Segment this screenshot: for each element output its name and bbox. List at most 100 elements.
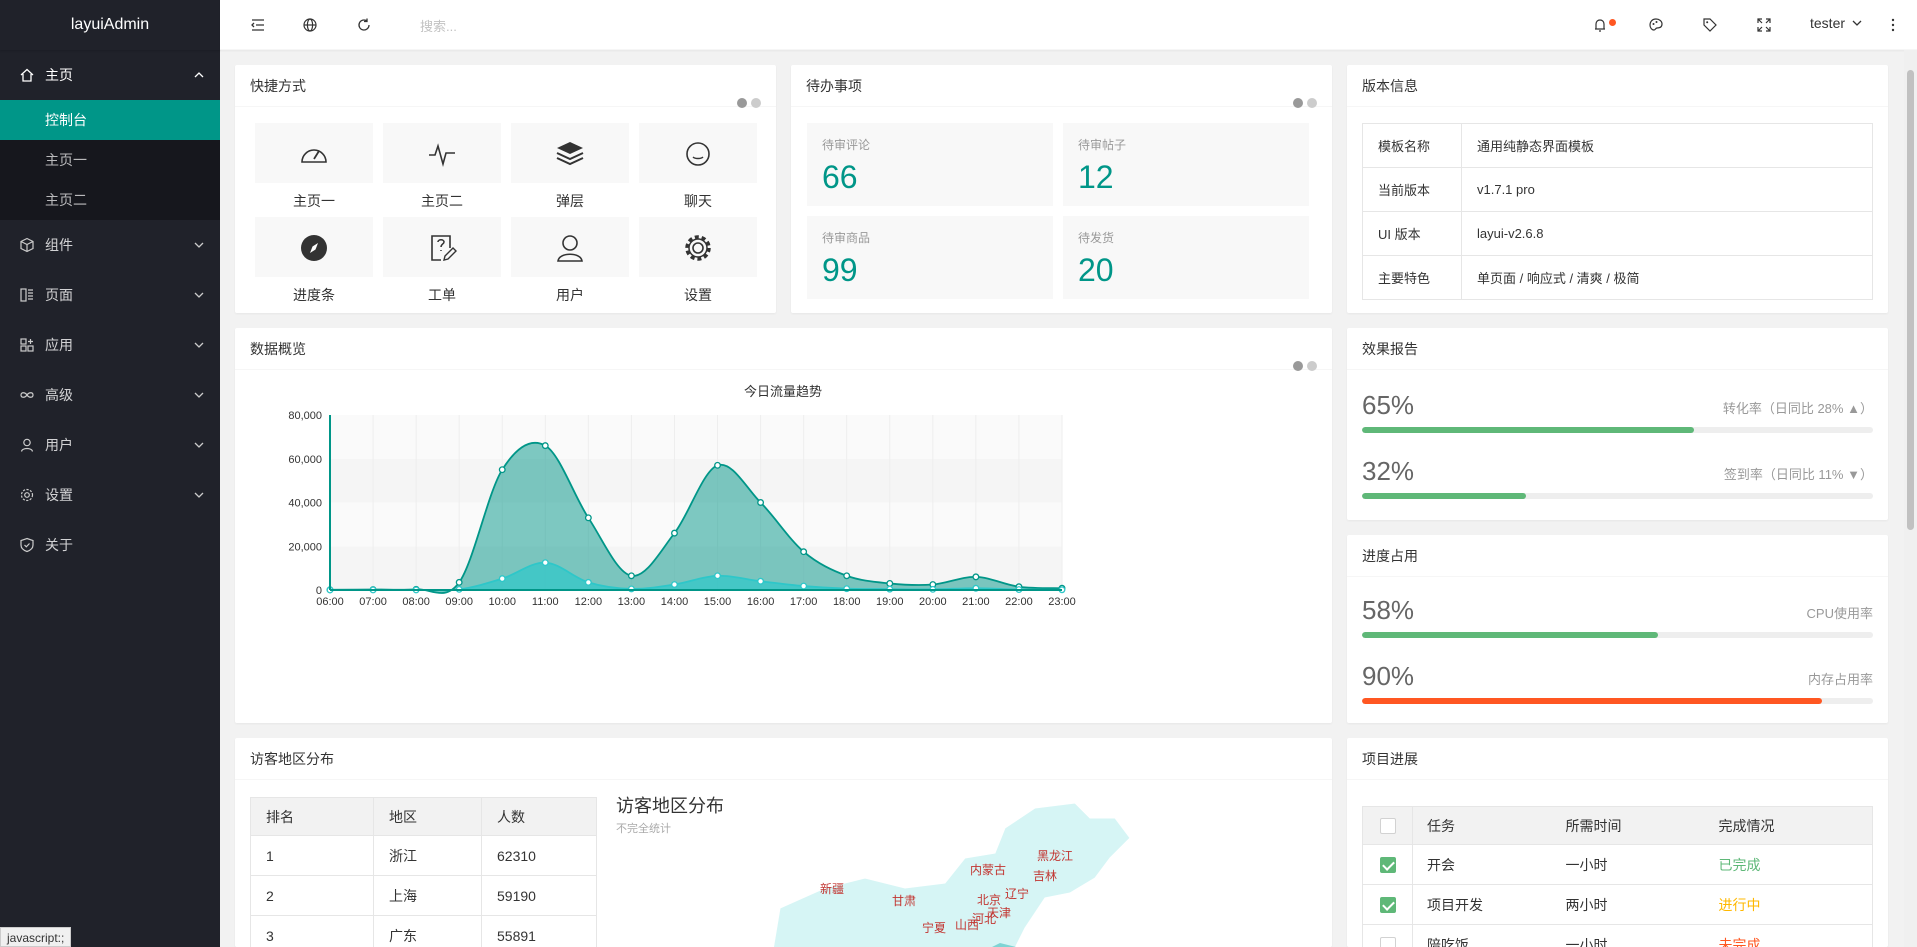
pager-dot[interactable] — [1307, 361, 1317, 371]
more-icon[interactable] — [1885, 17, 1901, 33]
data-point — [671, 529, 678, 537]
table-row[interactable]: 1 浙江 62310 — [250, 835, 597, 876]
pager-dot[interactable] — [1293, 361, 1303, 371]
todo-item[interactable]: 待审帖子 12 — [1063, 123, 1309, 206]
user-icon — [557, 235, 583, 262]
todo-value: 66 — [822, 159, 858, 195]
shortcut-item[interactable]: 主页一 — [255, 123, 373, 211]
row-checkbox[interactable] — [1379, 897, 1396, 914]
progress-track — [1362, 493, 1873, 499]
shortcut-item[interactable]: 聊天 — [639, 123, 757, 211]
map-label: 辽宁 — [1005, 886, 1029, 901]
nav-user[interactable]: 用户 — [0, 420, 220, 470]
page-scrollbar[interactable] — [1904, 50, 1917, 947]
menu-collapse-icon[interactable] — [250, 17, 266, 33]
task-time: 一小时 — [1565, 924, 1719, 947]
y-tick-label: 40,000 — [288, 498, 322, 510]
traffic-chart[interactable]: 020,00040,00060,00080,00006:00 07:00 08:00… — [235, 372, 1332, 712]
nav-item-home2[interactable]: 主页二 — [0, 180, 220, 220]
project-table: 任务 所需时间 完成情况 开会 一小时 已完成 项目开发 两小时 进行中 陪吃饭… — [1362, 806, 1873, 947]
select-all-checkbox[interactable] — [1379, 818, 1396, 835]
table-key: UI 版本 — [1362, 211, 1462, 256]
cell: 3 — [250, 915, 374, 947]
table-row[interactable]: 陪吃饭 一小时 未完成 — [1362, 924, 1873, 947]
nav-label: 组件 — [45, 237, 73, 253]
search-input[interactable] — [420, 15, 620, 37]
top-header: tester — [220, 0, 1917, 50]
todo-item[interactable]: 待审评论 66 — [807, 123, 1053, 206]
map-label: 山西 — [955, 918, 979, 932]
data-point — [541, 559, 549, 567]
card-title: 数据概览 — [250, 341, 306, 357]
pager-dot[interactable] — [751, 98, 761, 108]
nav-item-console[interactable]: 控制台 — [0, 100, 220, 140]
refresh-icon[interactable] — [356, 17, 372, 33]
data-point — [886, 579, 894, 587]
bell-icon[interactable] — [1592, 17, 1608, 33]
nav-label: 关于 — [45, 537, 73, 553]
nav-home[interactable]: 主页 — [0, 50, 220, 100]
todo-card: 待办事项 待审评论 66 待审帖子 12 待审商品 99 待发货 20 — [791, 65, 1332, 313]
report-card: 效果报告 65% 转化率（日同比 28% ▲） 32% 签到率（日同比 11% … — [1347, 328, 1888, 520]
todo-item[interactable]: 待发货 20 — [1063, 216, 1309, 299]
theme-icon[interactable] — [1648, 17, 1664, 33]
column-header: 地区 — [373, 797, 482, 836]
nav-set[interactable]: 设置 — [0, 470, 220, 520]
nav-group-user: 用户 — [0, 420, 220, 470]
x-tick-label: 06:00 — [316, 596, 344, 608]
shortcut-item[interactable]: 弹层 — [511, 123, 629, 211]
row-checkbox[interactable] — [1379, 937, 1396, 947]
chevron-down-icon — [194, 392, 204, 398]
shortcut-item[interactable]: 进度条 — [255, 217, 373, 305]
table-value: 单页面 / 响应式 / 清爽 / 极简 — [1461, 255, 1873, 300]
table-row[interactable]: 2 上海 59190 — [250, 875, 597, 916]
progress-track — [1362, 427, 1873, 433]
usage-percent: 90% — [1362, 661, 1415, 691]
nav-senior[interactable]: 高级 — [0, 370, 220, 420]
chat-icon — [686, 142, 710, 166]
pager-dot[interactable] — [1307, 98, 1317, 108]
row-checkbox[interactable] — [1379, 857, 1396, 874]
table-row[interactable]: 开会 一小时 已完成 — [1362, 844, 1873, 885]
carousel-pager[interactable] — [1289, 82, 1317, 124]
task-time: 一小时 — [1565, 844, 1719, 885]
shortcut-label: 主页二 — [421, 193, 463, 209]
nav-page[interactable]: 页面 — [0, 270, 220, 320]
app-logo[interactable]: layuiAdmin — [0, 0, 220, 50]
shortcut-item[interactable]: 设置 — [639, 217, 757, 305]
usage-item-cpu: 58% CPU使用率 — [1362, 595, 1873, 655]
shortcut-item[interactable]: 工单 — [383, 217, 501, 305]
scrollbar-thumb[interactable] — [1907, 70, 1914, 530]
table-row[interactable]: 项目开发 两小时 进行中 — [1362, 884, 1873, 925]
china-map[interactable]: 新疆 甘肃 内蒙古 黑龙江 吉林 辽宁 北京 天津 河北 山西 宁夏 — [735, 798, 1332, 947]
data-point — [972, 573, 980, 581]
globe-icon[interactable] — [302, 17, 318, 33]
user-menu[interactable]: tester — [1810, 15, 1862, 31]
todo-item[interactable]: 待审商品 99 — [807, 216, 1053, 299]
shortcut-label: 主页一 — [293, 193, 335, 209]
data-point — [757, 499, 765, 506]
pager-dot[interactable] — [1293, 98, 1303, 108]
nav-about[interactable]: 关于 — [0, 520, 220, 570]
shortcut-item[interactable]: 用户 — [511, 217, 629, 305]
shortcuts-card: 快捷方式 主页一 主页二 弹层 聊天 进度条 工单 用户 设置 — [235, 65, 776, 313]
nav-app[interactable]: 应用 — [0, 320, 220, 370]
nav-component[interactable]: 组件 — [0, 220, 220, 270]
data-point — [455, 578, 463, 586]
map-subtitle: 不完全统计 — [616, 823, 671, 835]
nav-label: 高级 — [45, 387, 73, 403]
shortcut-item[interactable]: 主页二 — [383, 123, 501, 211]
pager-dot[interactable] — [737, 98, 747, 108]
column-header: 排名 — [250, 797, 374, 836]
task-name: 项目开发 — [1412, 884, 1566, 925]
data-point — [498, 575, 506, 583]
fullscreen-icon[interactable] — [1756, 17, 1772, 33]
carousel-pager[interactable] — [733, 82, 761, 124]
nav-label: 页面 — [45, 287, 73, 303]
map-label: 北京 — [977, 893, 1001, 907]
nav-item-home1[interactable]: 主页一 — [0, 140, 220, 180]
tag-icon[interactable] — [1702, 17, 1718, 33]
chart-title: 今日流量趋势 — [744, 384, 822, 399]
table-row[interactable]: 3 广东 55891 — [250, 915, 597, 947]
shortcut-label: 设置 — [684, 287, 712, 303]
